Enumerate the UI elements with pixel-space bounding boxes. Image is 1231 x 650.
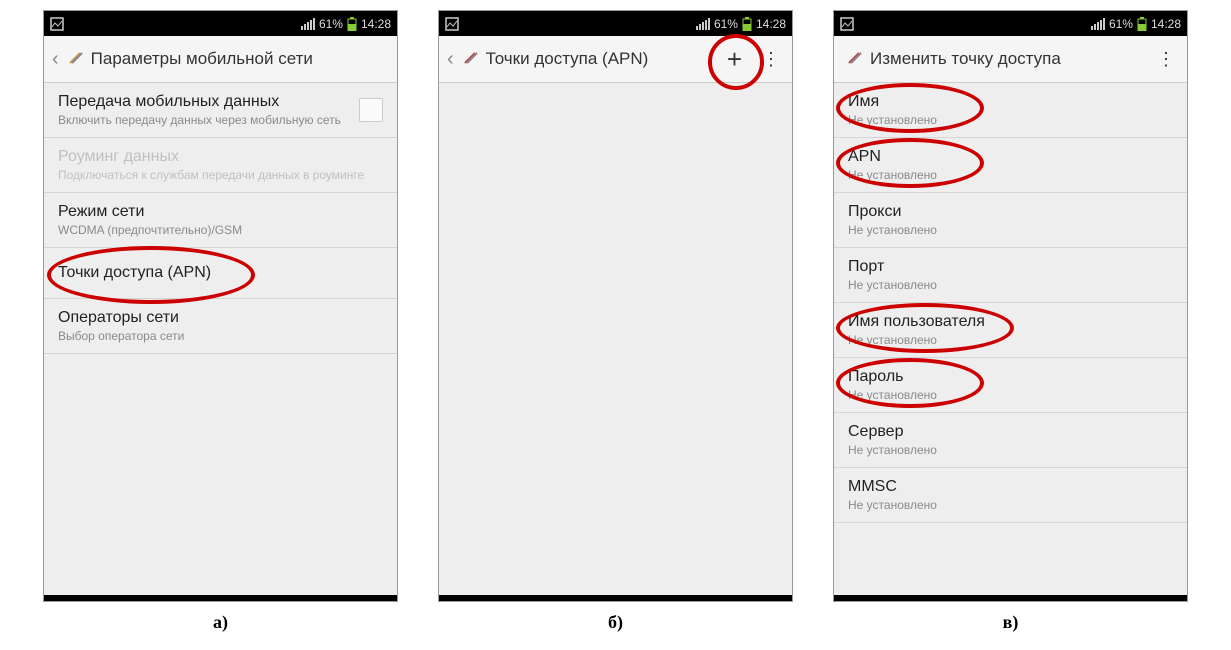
phone-screen-v: 61% 14:28 Изменить точку доступа ⋮ Имя Н… [833, 10, 1188, 602]
checkbox[interactable] [359, 98, 383, 122]
row-sublabel: Не установлено [848, 223, 1173, 237]
menu-overflow-icon[interactable]: ⋮ [758, 56, 784, 62]
apn-list-empty [439, 83, 792, 595]
row-sublabel: Не установлено [848, 498, 1173, 512]
row-mmsc[interactable]: MMSC Не установлено [834, 468, 1187, 523]
header: Изменить точку доступа ⋮ [834, 36, 1187, 83]
row-proxy[interactable]: Прокси Не установлено [834, 193, 1187, 248]
row-label: Точки доступа (APN) [58, 264, 383, 282]
battery-icon [742, 17, 752, 31]
add-apn-button[interactable]: + [717, 44, 752, 75]
screenshot-icon [445, 17, 459, 31]
row-label: Передача мобильных данных [58, 93, 359, 111]
battery-icon [347, 17, 357, 31]
screenshot-icon [840, 17, 854, 31]
row-label: APN [848, 148, 1173, 166]
status-bar: 61% 14:28 [834, 11, 1187, 36]
row-sublabel: WCDMA (предпочтительно)/GSM [58, 223, 383, 237]
header: ‹ Параметры мобильной сети [44, 36, 397, 83]
row-mobile-data[interactable]: Передача мобильных данных Включить перед… [44, 83, 397, 138]
caption-v: в) [833, 612, 1188, 633]
row-sublabel: Не установлено [848, 333, 1173, 347]
row-label: Роуминг данных [58, 148, 383, 166]
clock-time: 14:28 [361, 17, 391, 31]
row-password[interactable]: Пароль Не установлено [834, 358, 1187, 413]
row-port[interactable]: Порт Не установлено [834, 248, 1187, 303]
nav-bar [834, 595, 1187, 601]
row-sublabel: Включить передачу данных через мобильную… [58, 113, 359, 127]
battery-icon [1137, 17, 1147, 31]
phone-screen-a: 61% 14:28 ‹ Параметры мобильной сети Пер… [43, 10, 398, 602]
row-server[interactable]: Сервер Не установлено [834, 413, 1187, 468]
battery-percent: 61% [319, 17, 343, 31]
row-apn[interactable]: Точки доступа (APN) [44, 248, 397, 299]
caption-a: а) [43, 612, 398, 633]
nav-bar [439, 595, 792, 601]
back-icon[interactable]: ‹ [52, 48, 61, 71]
row-roaming: Роуминг данных Подключаться к службам пе… [44, 138, 397, 193]
clock-time: 14:28 [756, 17, 786, 31]
tools-icon [67, 48, 85, 71]
row-network-mode[interactable]: Режим сети WCDMA (предпочтительно)/GSM [44, 193, 397, 248]
row-sublabel: Не установлено [848, 278, 1173, 292]
row-sublabel: Не установлено [848, 388, 1173, 402]
phone-screen-b: 61% 14:28 ‹ Точки доступа (APN) + ⋮ [438, 10, 793, 602]
tools-icon [842, 48, 864, 71]
row-operators[interactable]: Операторы сети Выбор оператора сети [44, 299, 397, 354]
row-apn[interactable]: APN Не установлено [834, 138, 1187, 193]
row-label: Порт [848, 258, 1173, 276]
apn-edit-list: Имя Не установлено APN Не установлено Пр… [834, 83, 1187, 595]
battery-percent: 61% [1109, 17, 1133, 31]
screenshot-icon [50, 17, 64, 31]
row-label: Сервер [848, 423, 1173, 441]
status-bar: 61% 14:28 [439, 11, 792, 36]
status-bar: 61% 14:28 [44, 11, 397, 36]
caption-b: б) [438, 612, 793, 633]
signal-icon [696, 18, 710, 30]
back-icon[interactable]: ‹ [447, 48, 456, 71]
clock-time: 14:28 [1151, 17, 1181, 31]
row-label: Прокси [848, 203, 1173, 221]
row-label: Операторы сети [58, 309, 383, 327]
tools-icon [462, 48, 480, 71]
row-username[interactable]: Имя пользователя Не установлено [834, 303, 1187, 358]
row-name[interactable]: Имя Не установлено [834, 83, 1187, 138]
row-sublabel: Не установлено [848, 168, 1173, 182]
page-title: Изменить точку доступа [870, 49, 1147, 69]
row-label: MMSC [848, 478, 1173, 496]
row-label: Режим сети [58, 203, 383, 221]
page-title: Точки доступа (APN) [486, 49, 711, 69]
signal-icon [1091, 18, 1105, 30]
settings-list: Передача мобильных данных Включить перед… [44, 83, 397, 595]
row-label: Имя пользователя [848, 313, 1173, 331]
battery-percent: 61% [714, 17, 738, 31]
row-sublabel: Выбор оператора сети [58, 329, 383, 343]
row-label: Пароль [848, 368, 1173, 386]
row-label: Имя [848, 93, 1173, 111]
signal-icon [301, 18, 315, 30]
page-title: Параметры мобильной сети [91, 49, 389, 69]
row-sublabel: Не установлено [848, 443, 1173, 457]
menu-overflow-icon[interactable]: ⋮ [1153, 56, 1179, 62]
nav-bar [44, 595, 397, 601]
row-sublabel: Не установлено [848, 113, 1173, 127]
row-sublabel: Подключаться к службам передачи данных в… [58, 168, 383, 182]
header: ‹ Точки доступа (APN) + ⋮ [439, 36, 792, 83]
